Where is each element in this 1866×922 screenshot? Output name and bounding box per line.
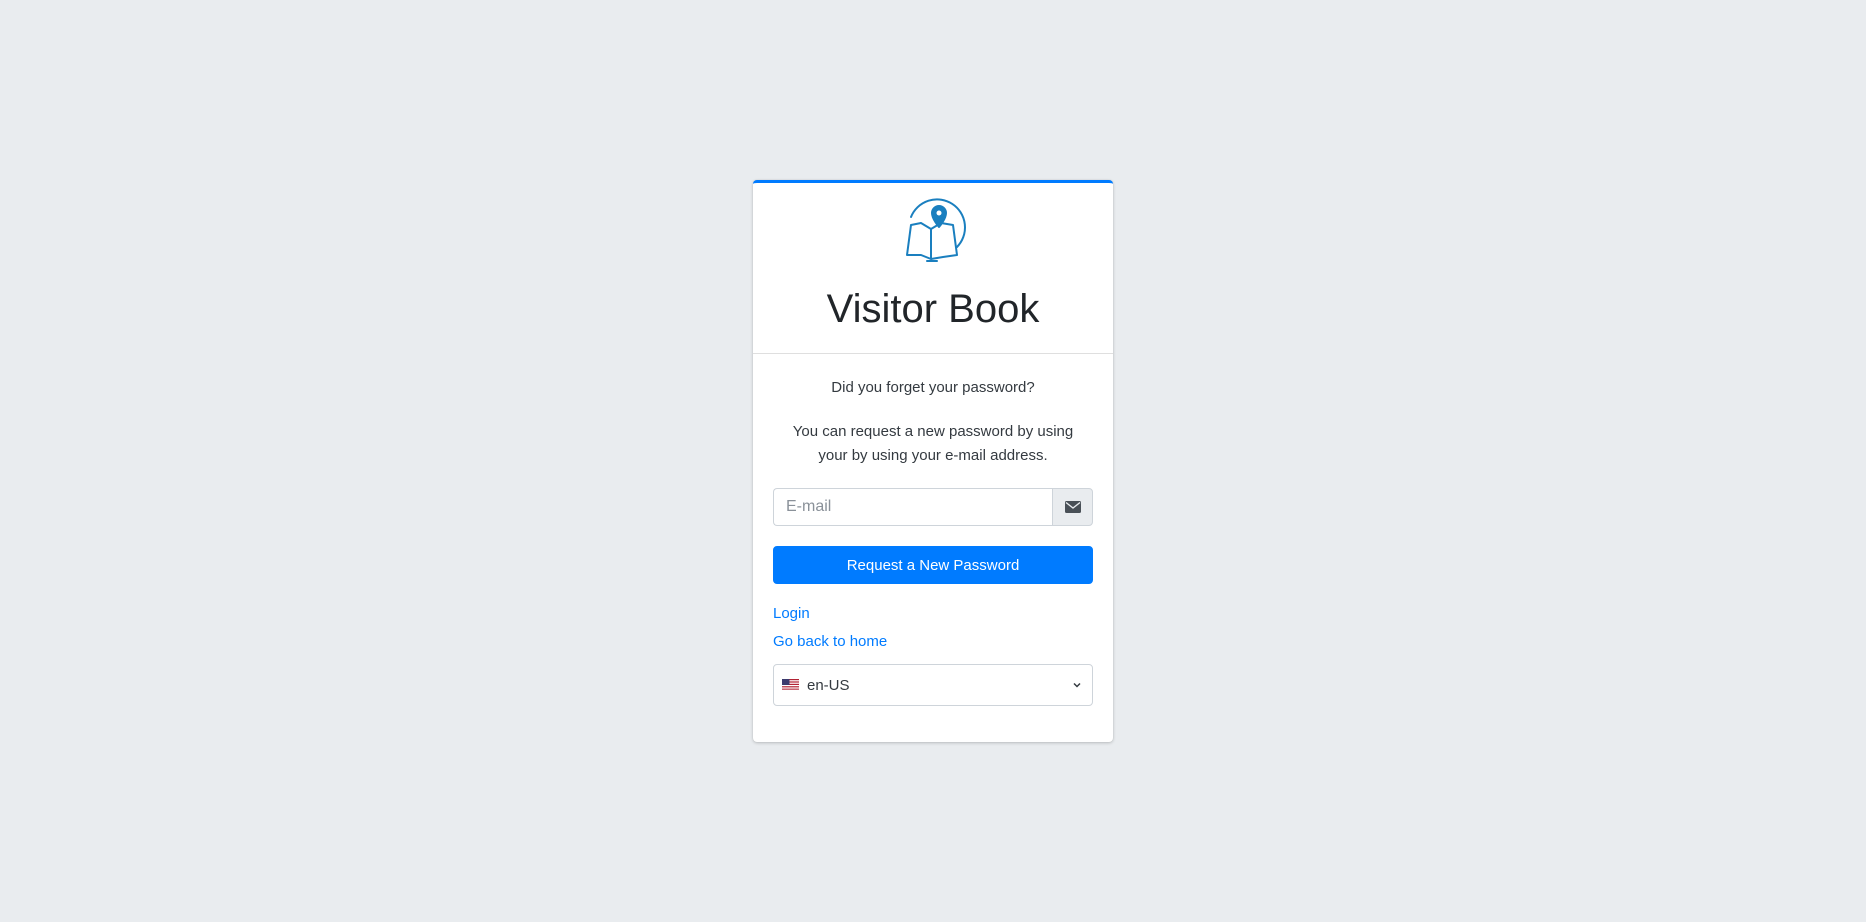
us-flag-icon bbox=[782, 679, 799, 691]
login-link[interactable]: Login bbox=[773, 602, 1093, 626]
email-input[interactable] bbox=[773, 488, 1052, 526]
chevron-down-icon bbox=[1073, 682, 1081, 688]
language-select[interactable]: en-US bbox=[773, 664, 1093, 706]
forgot-password-heading: Did you forget your password? bbox=[831, 379, 1035, 396]
request-password-button[interactable]: Request a New Password bbox=[773, 546, 1093, 584]
forgot-password-instructions: You can request a new password by using … bbox=[792, 423, 1074, 464]
language-selected: en-US bbox=[807, 676, 850, 694]
card-header: Visitor Book bbox=[753, 183, 1113, 354]
page-title: Visitor Book bbox=[826, 287, 1040, 331]
card-body: Did you forget your password? You can re… bbox=[753, 354, 1113, 726]
go-home-link[interactable]: Go back to home bbox=[773, 630, 1093, 654]
auth-links: Login Go back to home bbox=[773, 602, 1093, 654]
envelope-icon bbox=[1064, 501, 1081, 513]
login-card: Visitor Book Did you forget your passwor… bbox=[753, 180, 1113, 742]
email-addon bbox=[1052, 488, 1093, 526]
email-input-group bbox=[773, 488, 1093, 526]
map-pin-icon bbox=[906, 198, 966, 262]
